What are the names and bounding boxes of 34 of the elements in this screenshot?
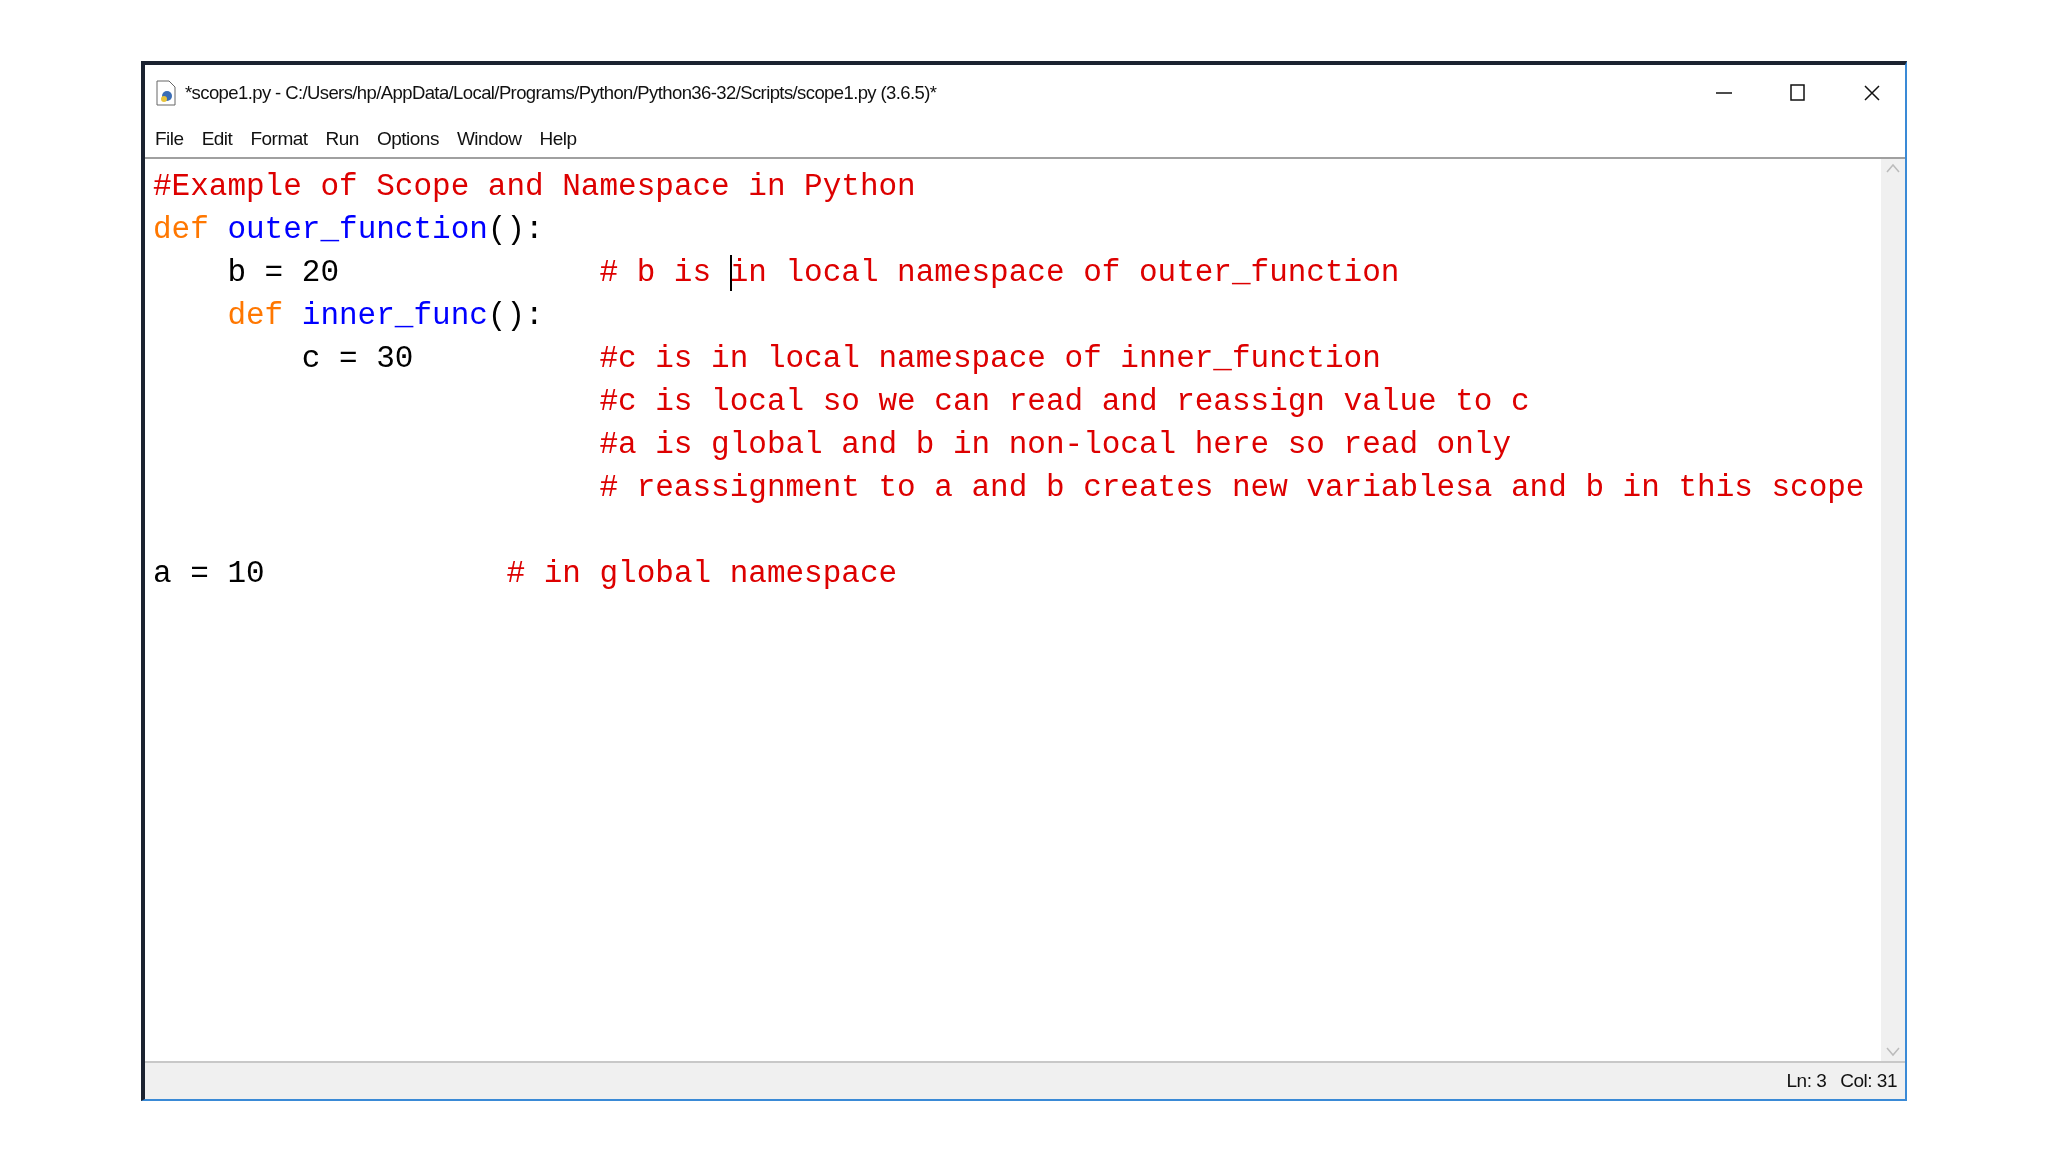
- scroll-up-icon[interactable]: [1886, 163, 1900, 173]
- vertical-scrollbar[interactable]: [1881, 159, 1905, 1061]
- menu-item[interactable]: Help: [539, 128, 577, 150]
- code-text: a = 10: [153, 555, 265, 593]
- scroll-down-icon[interactable]: [1886, 1047, 1900, 1057]
- maximize-icon: [1789, 84, 1807, 102]
- code-comment: #c is local so we can read and reassign value to c: [599, 383, 1530, 421]
- function-name: inner_func: [301, 297, 488, 335]
- function-name: outer_function: [227, 211, 488, 249]
- code-text: ():: [487, 211, 544, 249]
- code-comment: # reassignment to a and b creates new variablesa and b in this scope: [599, 469, 1865, 507]
- code-text: ():: [487, 297, 544, 335]
- code-comment: #c is in local namespace of inner_function: [599, 340, 1381, 378]
- window-title: *scope1.py - C:/Users/hp/AppData/Local/Programs/Python/Python36-32/Scripts/scope1.py (3.6.5)*: [185, 82, 937, 104]
- code-comment: #Example of Scope and Namespace in Python: [153, 168, 916, 206]
- code-comment: #a is global and b in non-local here so read only: [599, 426, 1511, 464]
- menu-item[interactable]: Format: [250, 128, 308, 150]
- line-number: Ln: 3: [1786, 1070, 1827, 1092]
- menu-item[interactable]: Options: [376, 128, 439, 150]
- code-comment: in local namespace of outer_function: [729, 254, 1400, 292]
- code-keyword: def: [153, 211, 209, 249]
- document-icon: [155, 80, 177, 106]
- code-keyword: def: [227, 297, 284, 335]
- menu-item[interactable]: Window: [456, 128, 522, 150]
- menu-item[interactable]: Edit: [201, 128, 233, 150]
- code-text: b = 20: [227, 254, 340, 292]
- code-text: c = 30: [301, 340, 414, 378]
- code-comment: # in global namespace: [506, 555, 898, 593]
- minimize-icon: [1716, 92, 1732, 94]
- close-icon: [1863, 84, 1881, 102]
- menu-item[interactable]: Run: [325, 128, 359, 150]
- menu-item[interactable]: File: [155, 128, 184, 150]
- column-number: Col: 31: [1840, 1070, 1897, 1092]
- code-comment: # b is: [599, 254, 712, 292]
